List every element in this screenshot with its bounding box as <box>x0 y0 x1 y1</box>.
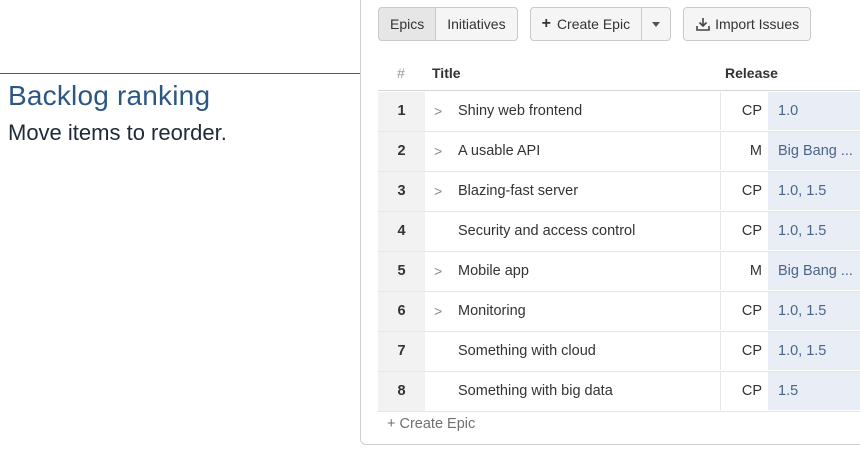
release-cell[interactable]: 1.0 <box>768 92 860 130</box>
rank-handle[interactable]: 1 <box>378 92 425 131</box>
epic-title[interactable]: Security and access control <box>458 212 635 251</box>
column-header-title[interactable]: Title <box>432 65 461 81</box>
tab-initiatives-label: Initiatives <box>447 16 506 32</box>
callout-connector-line <box>0 73 373 74</box>
epic-title[interactable]: A usable API <box>458 132 540 171</box>
release-cell[interactable]: Big Bang ... <box>768 252 860 290</box>
project-code: M <box>720 252 768 290</box>
callout-body: Move items to reorder. <box>8 120 227 145</box>
epic-title[interactable]: Something with big data <box>458 372 613 411</box>
project-code: CP <box>720 332 768 370</box>
release-cell[interactable]: 1.0, 1.5 <box>768 332 860 370</box>
download-icon <box>695 16 711 32</box>
chevron-right-icon[interactable]: > <box>434 132 442 171</box>
rank-handle[interactable]: 6 <box>378 292 425 331</box>
project-code: M <box>720 132 768 170</box>
tab-epics[interactable]: Epics <box>378 7 437 41</box>
release-cell[interactable]: 1.0, 1.5 <box>768 212 860 250</box>
toolbar: Epics Initiatives + Create Epic Import I… <box>378 7 812 41</box>
release-cell[interactable]: 1.5 <box>768 372 860 410</box>
plus-icon: + <box>541 15 551 32</box>
project-code: CP <box>720 292 768 330</box>
create-epic-dropdown-button[interactable] <box>642 7 672 41</box>
table-row[interactable]: 4 Security and access control CP 1.0, 1.… <box>378 212 860 252</box>
import-issues-button[interactable]: Import Issues <box>683 7 812 41</box>
chevron-down-icon <box>652 21 661 27</box>
table-row[interactable]: 6 > Monitoring CP 1.0, 1.5 <box>378 292 860 332</box>
table-header: # Title Release <box>378 58 860 91</box>
tab-epics-label: Epics <box>390 16 425 32</box>
project-code: CP <box>720 92 768 130</box>
column-header-rank: # <box>397 65 405 81</box>
epic-title[interactable]: Blazing-fast server <box>458 172 578 211</box>
table-row[interactable]: 8 Something with big data CP 1.5 <box>378 372 860 412</box>
release-cell[interactable]: 1.0, 1.5 <box>768 172 860 210</box>
import-issues-label: Import Issues <box>715 16 800 32</box>
column-header-release[interactable]: Release <box>725 65 778 81</box>
rank-handle[interactable]: 4 <box>378 212 425 251</box>
chevron-right-icon[interactable]: > <box>434 172 442 211</box>
table-row[interactable]: 1 > Shiny web frontend CP 1.0 <box>378 92 860 132</box>
tab-initiatives[interactable]: Initiatives <box>436 7 518 41</box>
backlog-panel: Epics Initiatives + Create Epic Import I… <box>360 0 860 445</box>
rank-handle[interactable]: 7 <box>378 332 425 371</box>
epic-list: 1 > Shiny web frontend CP 1.0 2 > A usab… <box>378 92 860 412</box>
table-row[interactable]: 2 > A usable API M Big Bang ... <box>378 132 860 172</box>
project-code: CP <box>720 172 768 210</box>
create-epic-button[interactable]: + Create Epic <box>529 7 643 41</box>
callout-title: Backlog ranking <box>8 80 211 111</box>
create-epic-link[interactable]: + Create Epic <box>387 416 475 432</box>
rank-handle[interactable]: 2 <box>378 132 425 171</box>
rank-handle[interactable]: 5 <box>378 252 425 291</box>
project-code: CP <box>720 372 768 410</box>
epic-title[interactable]: Shiny web frontend <box>458 92 582 131</box>
chevron-right-icon[interactable]: > <box>434 252 442 291</box>
table-row[interactable]: 3 > Blazing-fast server CP 1.0, 1.5 <box>378 172 860 212</box>
release-cell[interactable]: 1.0, 1.5 <box>768 292 860 330</box>
release-cell[interactable]: Big Bang ... <box>768 132 860 170</box>
create-epic-label: Create Epic <box>556 16 631 32</box>
table-row[interactable]: 7 Something with cloud CP 1.0, 1.5 <box>378 332 860 372</box>
epic-title[interactable]: Monitoring <box>458 292 526 331</box>
rank-handle[interactable]: 3 <box>378 172 425 211</box>
chevron-right-icon[interactable]: > <box>434 292 442 331</box>
chevron-right-icon[interactable]: > <box>434 92 442 131</box>
epic-title[interactable]: Something with cloud <box>458 332 596 371</box>
rank-handle[interactable]: 8 <box>378 372 425 411</box>
project-code: CP <box>720 212 768 250</box>
epic-title[interactable]: Mobile app <box>458 252 529 291</box>
table-row[interactable]: 5 > Mobile app M Big Bang ... <box>378 252 860 292</box>
